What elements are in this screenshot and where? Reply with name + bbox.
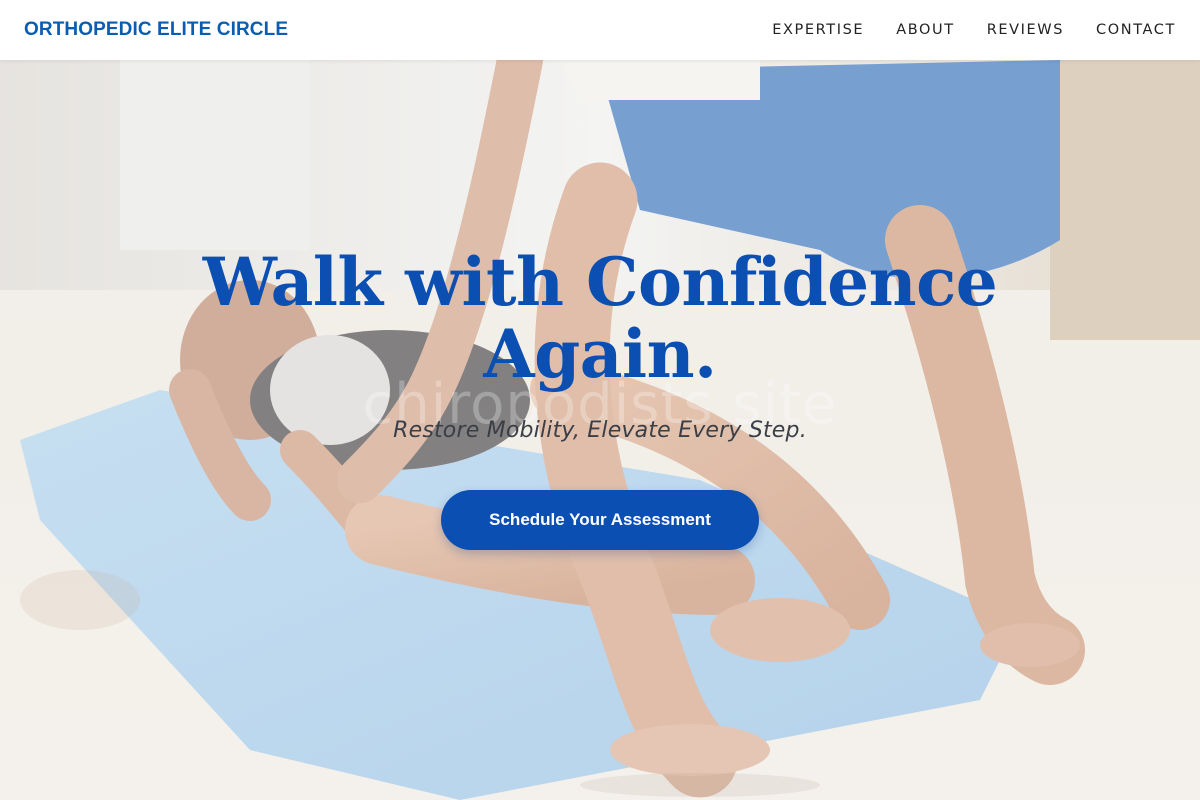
schedule-assessment-button[interactable]: Schedule Your Assessment bbox=[441, 490, 759, 550]
page: ORTHOPEDIC ELITE CIRCLE EXPERTISE ABOUT … bbox=[0, 0, 1200, 800]
nav-links: EXPERTISE ABOUT REVIEWS CONTACT bbox=[772, 22, 1176, 38]
hero-title-line-1: Walk with Confidence bbox=[202, 243, 998, 321]
nav-link-reviews[interactable]: REVIEWS bbox=[987, 22, 1064, 38]
brand-logo[interactable]: ORTHOPEDIC ELITE CIRCLE bbox=[24, 19, 288, 41]
nav-link-contact[interactable]: CONTACT bbox=[1096, 22, 1176, 38]
hero-subtitle: Restore Mobility, Elevate Every Step. bbox=[393, 418, 807, 443]
nav-link-about[interactable]: ABOUT bbox=[896, 22, 955, 38]
nav-link-expertise[interactable]: EXPERTISE bbox=[772, 22, 864, 38]
hero-section: Walk with Confidence Again. chiropodists… bbox=[0, 60, 1200, 800]
hero-title: Walk with Confidence Again. bbox=[150, 246, 1050, 390]
hero-content: Walk with Confidence Again. chiropodists… bbox=[0, 60, 1200, 800]
navbar: ORTHOPEDIC ELITE CIRCLE EXPERTISE ABOUT … bbox=[0, 0, 1200, 60]
